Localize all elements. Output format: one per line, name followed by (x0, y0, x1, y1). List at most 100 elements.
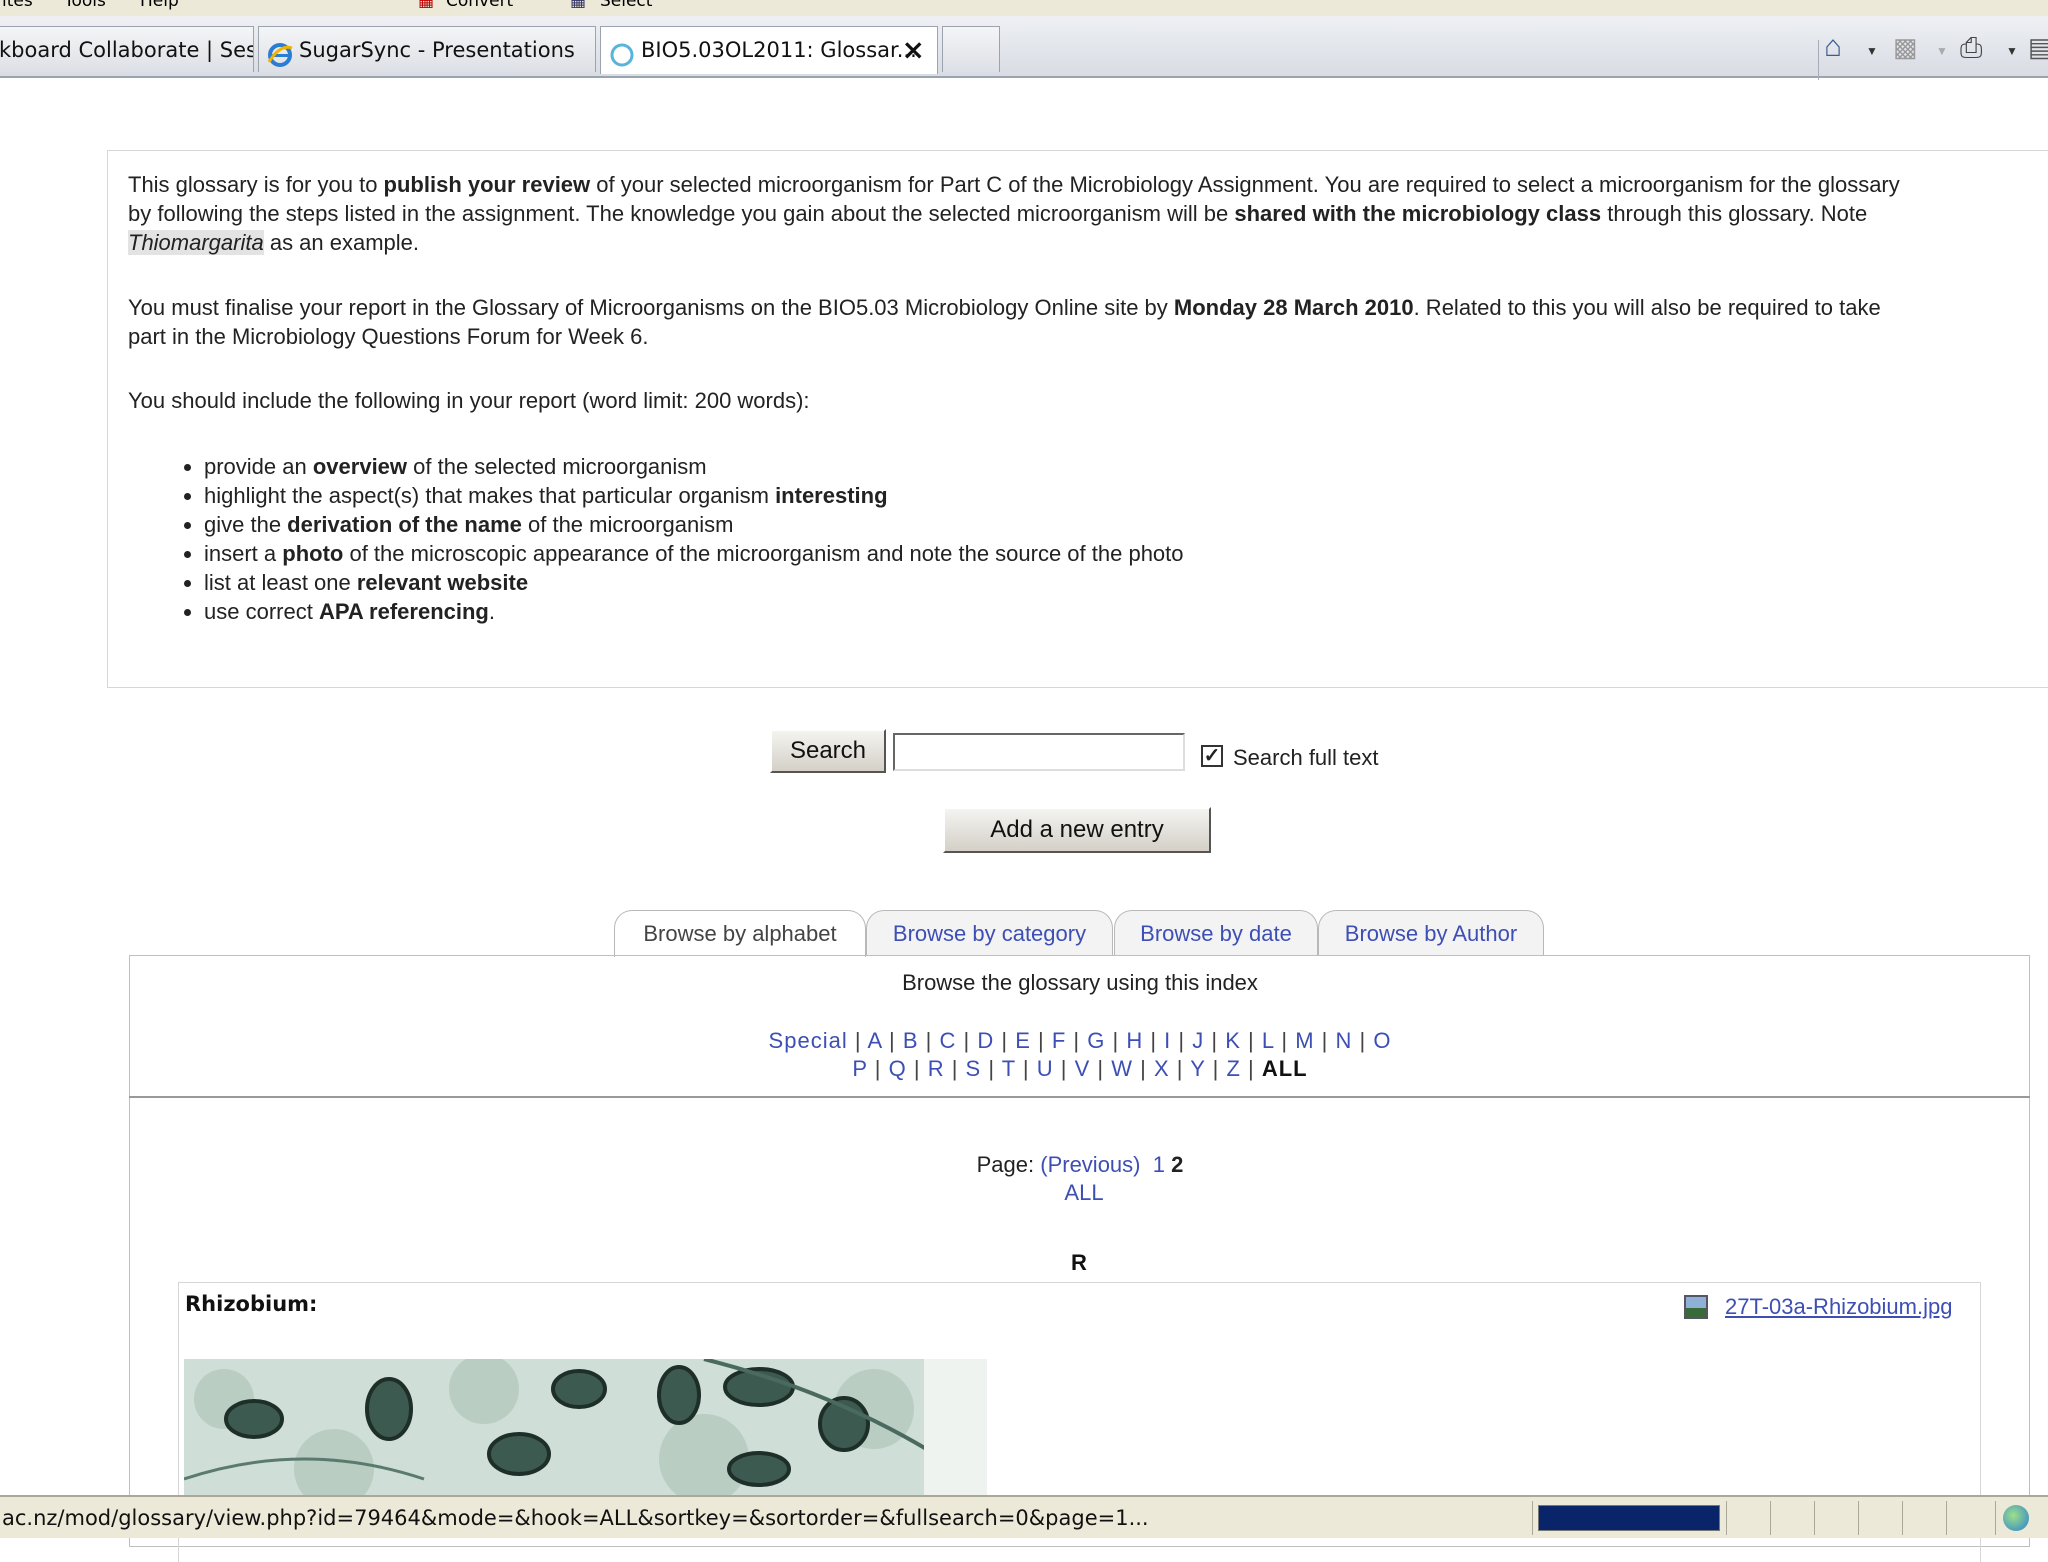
requirements-list: provide an overview of the selected micr… (128, 452, 1184, 626)
progress-bar (1538, 1505, 1720, 1531)
image-file-icon (1684, 1295, 1708, 1319)
index-current-all: ALL (1261, 1056, 1308, 1081)
divider (1858, 1501, 1859, 1535)
index-link-z[interactable]: Z (1226, 1056, 1240, 1081)
tab-browse-by-category[interactable]: Browse by category (866, 910, 1113, 956)
page-menu-icon[interactable]: ▤ (2028, 32, 2048, 63)
index-link-i[interactable]: I (1164, 1028, 1171, 1053)
list-item: highlight the aspect(s) that makes that … (204, 481, 1184, 510)
select-button[interactable]: Select (600, 0, 652, 11)
tab-browse-by-alphabet[interactable]: Browse by alphabet (614, 910, 866, 957)
pager-all-link[interactable]: ALL (0, 1180, 2048, 1206)
index-link-u[interactable]: U (1037, 1056, 1054, 1081)
index-link-p[interactable]: P (852, 1056, 867, 1081)
index-link-w[interactable]: W (1111, 1056, 1133, 1081)
browser-tab-bar: kboard Collaborate | Ses... SugarSync - … (0, 16, 2048, 80)
index-link-a[interactable]: A (867, 1028, 881, 1053)
print-icon[interactable]: ⎙ (1960, 32, 1982, 65)
home-icon[interactable]: ⌂ (1824, 30, 1842, 64)
pager-label: Page: (976, 1152, 1035, 1177)
browser-tab-collaborate[interactable]: kboard Collaborate | Ses... (0, 26, 254, 72)
index-link-y[interactable]: Y (1190, 1056, 1205, 1081)
rhizobium-photo[interactable] (184, 1359, 987, 1496)
tab-label: kboard Collaborate | Ses... (0, 38, 254, 62)
menu-favorites[interactable]: ites (2, 0, 33, 11)
chevron-down-icon[interactable]: ▼ (1866, 44, 1878, 58)
menu-bar: ites Tools Help ▦ Convert ▦ Select (0, 0, 2048, 17)
search-input[interactable] (893, 733, 1185, 771)
letter-heading: R (1071, 1250, 1087, 1275)
select-icon: ▦ (570, 0, 587, 11)
tab-label: BIO5.03OL2011: Glossar... (641, 38, 917, 62)
status-url: ac.nz/mod/glossary/view.php?id=79464&mod… (2, 1506, 1149, 1530)
divider (1946, 1501, 1947, 1535)
add-entry-button[interactable]: Add a new entry (943, 807, 1211, 853)
chevron-down-icon[interactable]: ▼ (1936, 44, 1948, 58)
loading-icon (609, 38, 635, 67)
browser-tab-sugarsync[interactable]: SugarSync - Presentations (258, 26, 596, 72)
close-tab-icon[interactable]: × (902, 27, 925, 73)
list-item: provide an overview of the selected micr… (204, 452, 1184, 481)
list-item: insert a photo of the microscopic appear… (204, 539, 1184, 568)
index-link-v[interactable]: V (1075, 1056, 1091, 1081)
index-link-t[interactable]: T (1002, 1056, 1016, 1081)
pdf-icon: ▦ (418, 0, 435, 11)
convert-button[interactable]: Convert (446, 0, 513, 11)
pager: Page: (Previous) 1 2 (0, 1152, 2048, 1178)
search-full-text-checkbox[interactable]: ✓ (1201, 745, 1223, 767)
index-link-h[interactable]: H (1126, 1028, 1143, 1053)
feeds-icon[interactable]: ▩ (1893, 32, 1918, 63)
index-link-e[interactable]: E (1015, 1028, 1031, 1053)
index-link-o[interactable]: O (1373, 1028, 1391, 1053)
index-link-r[interactable]: R (928, 1056, 945, 1081)
pager-current-page: 2 (1171, 1152, 1184, 1177)
attachment-link[interactable]: 27T-03a-Rhizobium.jpg (1725, 1294, 1952, 1320)
new-tab-button[interactable] (942, 26, 1000, 72)
menu-help[interactable]: Help (140, 0, 179, 11)
divider (1726, 1501, 1727, 1535)
index-link-f[interactable]: F (1052, 1028, 1066, 1053)
divider (1532, 1501, 1533, 1535)
chevron-down-icon[interactable]: ▼ (2006, 44, 2018, 58)
tab-label: SugarSync - Presentations (299, 38, 575, 62)
index-link-b[interactable]: B (903, 1028, 919, 1053)
browser-tab-glossary[interactable]: BIO5.03OL2011: Glossar... × (600, 26, 938, 74)
index-link-q[interactable]: Q (889, 1056, 907, 1081)
intro-paragraph-3: You should include the following in your… (128, 388, 810, 413)
menu-tools[interactable]: Tools (64, 0, 106, 11)
index-link-m[interactable]: M (1295, 1028, 1314, 1053)
list-item: list at least one relevant website (204, 568, 1184, 597)
index-link-x[interactable]: X (1154, 1056, 1170, 1081)
pager-previous-link[interactable]: (Previous) (1040, 1152, 1140, 1177)
tab-browse-by-date[interactable]: Browse by date (1114, 910, 1318, 956)
tab-browse-by-author[interactable]: Browse by Author (1318, 910, 1544, 956)
divider (1770, 1501, 1771, 1535)
index-link-s[interactable]: S (966, 1056, 982, 1081)
alphabet-index-row-2: P | Q | R | S | T | U | V | W | X | Y | … (852, 1056, 1308, 1081)
divider (1995, 1501, 1996, 1535)
index-link-c[interactable]: C (940, 1028, 957, 1053)
intro-paragraph-1: This glossary is for you to publish your… (128, 172, 1900, 255)
index-link-special[interactable]: Special (769, 1028, 848, 1053)
index-link-n[interactable]: N (1335, 1028, 1352, 1053)
list-item: give the derivation of the name of the m… (204, 510, 1184, 539)
index-link-j[interactable]: J (1192, 1028, 1204, 1053)
example-link[interactable]: Thiomargarita (128, 230, 264, 255)
divider (1814, 1501, 1815, 1535)
internet-zone-icon[interactable] (2003, 1505, 2029, 1531)
index-divider (129, 1096, 2030, 1098)
search-button[interactable]: Search (770, 729, 886, 773)
index-title: Browse the glossary using this index (902, 970, 1258, 995)
status-bar: ac.nz/mod/glossary/view.php?id=79464&mod… (0, 1495, 2048, 1538)
divider (1902, 1501, 1903, 1535)
index-link-d[interactable]: D (977, 1028, 994, 1053)
index-link-g[interactable]: G (1087, 1028, 1105, 1053)
list-item: use correct APA referencing. (204, 597, 1184, 626)
pager-page-1-link[interactable]: 1 (1153, 1152, 1165, 1177)
entry-title: Rhizobium: (185, 1292, 318, 1316)
toolbar-separator (1818, 40, 1819, 80)
index-link-k[interactable]: K (1225, 1028, 1241, 1053)
index-link-l[interactable]: L (1262, 1028, 1274, 1053)
alphabet-index-row-1: Special | A | B | C | D | E | F | G | H … (768, 1028, 1392, 1053)
search-full-text-label: Search full text (1233, 745, 1379, 770)
